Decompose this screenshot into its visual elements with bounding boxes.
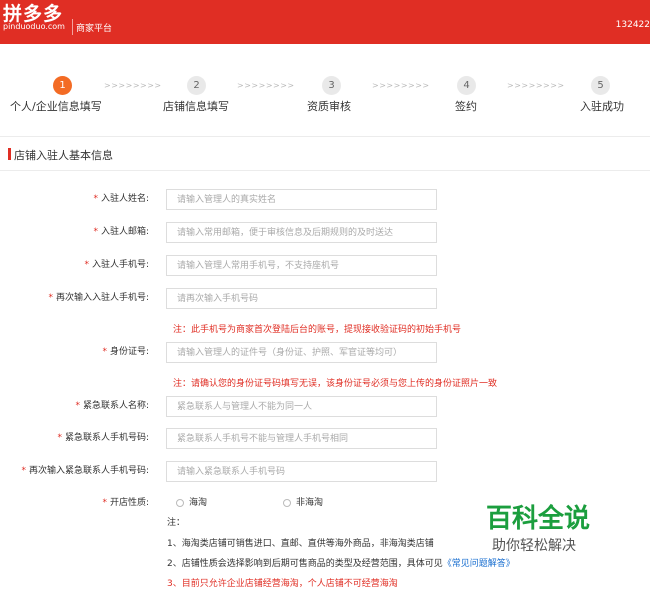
step-arrow: >>>>>>>> <box>372 81 430 90</box>
phone-confirm-label: * 再次输入入驻人手机号: <box>48 293 149 303</box>
emergency-name-label: * 紧急联系人名称: <box>75 401 149 411</box>
step-5-circle: 5 <box>591 76 610 95</box>
email-input[interactable]: 请输入常用邮箱，便于审核信息及后期规则的及时送达 <box>166 222 437 243</box>
radio-non-haitao[interactable]: 非海淘 <box>283 495 323 508</box>
radio-dot-icon <box>283 498 291 507</box>
step-arrow: >>>>>>>> <box>237 81 295 90</box>
step-arrow: >>>>>>>> <box>104 81 162 90</box>
step-3-circle: 3 <box>322 76 341 95</box>
radio-dot-icon <box>176 498 184 507</box>
step-2-label: 店铺信息填写 <box>163 100 229 113</box>
phone-input[interactable]: 请输入管理人常用手机号，不支持座机号 <box>166 255 437 276</box>
id-note: 注：请确认您的身份证号码填写无误，该身份证号必须与您上传的身份证照片一致 <box>173 379 498 389</box>
name-label: * 入驻人姓名: <box>93 194 149 204</box>
step-arrow: >>>>>>>> <box>507 81 565 90</box>
user-account[interactable]: 132422 <box>616 20 650 30</box>
phone-label: * 入驻人手机号: <box>84 260 149 270</box>
shop-type-label: * 开店性质: <box>102 498 149 508</box>
step-4-label: 签约 <box>455 100 477 113</box>
faq-link[interactable]: 《常见问题解答》 <box>443 559 515 569</box>
watermark-subtitle: 助你轻松解决 <box>492 538 576 554</box>
step-5-label: 入驻成功 <box>580 100 624 113</box>
emergency-phone-confirm-input[interactable]: 请输入紧急联系人手机号码 <box>166 461 437 482</box>
section-divider <box>0 136 650 137</box>
logo-divider <box>72 19 73 35</box>
step-3-label: 资质审核 <box>307 100 351 113</box>
emergency-name-input[interactable]: 紧急联系人与管理人不能为同一人 <box>166 396 437 417</box>
step-progress: 1 个人/企业信息填写 >>>>>>>> 2 店铺信息填写 >>>>>>>> 3… <box>0 74 650 124</box>
step-1-label: 个人/企业信息填写 <box>10 100 102 113</box>
top-header-bar: 拼多多 pinduoduo.com 商家平台 132422 <box>0 0 650 44</box>
note-1: 1、海淘类店铺可销售进口、直邮、直供等海外商品，非海淘类店铺 <box>167 539 434 549</box>
section-accent-bar <box>8 148 11 160</box>
step-4-circle: 4 <box>457 76 476 95</box>
note-3: 3、目前只允许企业店铺经营海淘，个人店铺不可经营海淘 <box>167 579 398 589</box>
section-title: 店铺入驻人基本信息 <box>14 149 113 162</box>
emergency-phone-label: * 紧急联系人手机号码: <box>57 433 149 443</box>
emergency-phone-confirm-label: * 再次输入紧急联系人手机号码: <box>21 466 149 476</box>
id-number-input[interactable]: 请输入管理人的证件号（身份证、护照、军官证等均可） <box>166 342 437 363</box>
notes-heading: 注： <box>167 518 186 528</box>
id-number-label: * 身份证号: <box>102 347 149 357</box>
phone-confirm-input[interactable]: 请再次输入手机号码 <box>166 288 437 309</box>
note-2: 2、店铺性质会选择影响到后期可售商品的类型及经营范围，具体可见《常见问题解答》 <box>167 559 515 569</box>
logo-domain: pinduoduo.com <box>3 22 65 31</box>
step-2-circle: 2 <box>187 76 206 95</box>
platform-title: 商家平台 <box>76 24 113 34</box>
email-label: * 入驻人邮箱: <box>93 227 149 237</box>
section-divider <box>0 170 650 171</box>
step-1-circle: 1 <box>53 76 72 95</box>
name-input[interactable]: 请输入管理人的真实姓名 <box>166 189 437 210</box>
radio-haitao[interactable]: 海淘 <box>176 495 207 508</box>
emergency-phone-input[interactable]: 紧急联系人手机号不能与管理人手机号相同 <box>166 428 437 449</box>
phone-note: 注：此手机号为商家首次登陆后台的账号，提现接收验证码的初始手机号 <box>173 325 462 335</box>
watermark-title: 百科全说 <box>486 504 591 534</box>
